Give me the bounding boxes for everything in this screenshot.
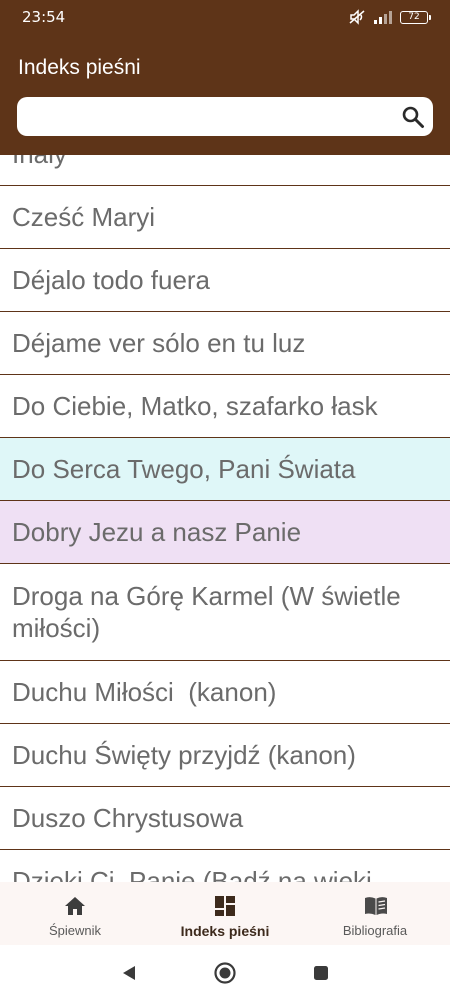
list-item-label: Déjame ver sólo en tu luz	[12, 328, 306, 358]
book-icon	[363, 894, 387, 918]
list-item-label: Déjalo todo fuera	[12, 265, 211, 295]
system-navigation	[0, 945, 450, 1000]
list-item[interactable]: Inaly	[0, 155, 450, 186]
home-button-icon[interactable]	[213, 961, 237, 985]
recents-icon[interactable]	[309, 961, 333, 985]
search-icon[interactable]	[401, 105, 425, 129]
list-item[interactable]: Déjame ver sólo en tu luz	[0, 312, 450, 375]
status-icons: 72	[348, 9, 431, 25]
nav-label: Bibliografia	[342, 923, 408, 938]
list-item[interactable]: Droga na Górę Karmel (W świetle miłości)	[0, 564, 450, 661]
nav-item-spiewnik[interactable]: Śpiewnik	[0, 882, 150, 945]
page-title: Indeks pieśni	[18, 56, 141, 79]
list-item[interactable]: Do Ciebie, Matko, szafarko łask	[0, 375, 450, 438]
list-item-label: Cześć Maryi	[12, 202, 156, 232]
search-input[interactable]	[29, 97, 399, 136]
list-item-label: Dobry Jezu a nasz Panie	[12, 517, 302, 547]
song-list[interactable]: Inaly Cześć Maryi Déjalo todo fuera Déja…	[0, 155, 450, 882]
back-icon[interactable]	[117, 961, 141, 985]
list-item[interactable]: Duchu Święty przyjdź (kanon)	[0, 724, 450, 787]
signal-icon	[373, 10, 393, 24]
list-item[interactable]: Dobry Jezu a nasz Panie	[0, 501, 450, 564]
dashboard-icon	[213, 894, 237, 918]
home-icon	[63, 894, 87, 918]
mute-icon	[348, 9, 366, 25]
app-bar: Indeks pieśni	[0, 34, 450, 155]
list-item-label: Duchu Miłości (kanon)	[12, 677, 277, 707]
list-item[interactable]: Do Serca Twego, Pani Świata	[0, 438, 450, 501]
nav-label: Indeks pieśni	[180, 923, 270, 939]
list-item-label: Do Ciebie, Matko, szafarko łask	[12, 391, 378, 421]
list-item-label: Duchu Święty przyjdź (kanon)	[12, 740, 356, 770]
status-bar: 23:54 72	[0, 0, 450, 34]
bottom-navigation: Śpiewnik Indeks pieśni Bibliografia	[0, 882, 450, 945]
list-item-label: Duszo Chrystusowa	[12, 803, 244, 833]
nav-item-indeks[interactable]: Indeks pieśni	[150, 882, 300, 945]
list-item[interactable]: Cześć Maryi	[0, 186, 450, 249]
battery-icon: 72	[400, 10, 431, 24]
list-item[interactable]: Duszo Chrystusowa	[0, 787, 450, 850]
list-item-label: Dzięki Ci, Panie (Bądź na wieki	[12, 866, 372, 882]
list-item-label: Inaly	[12, 155, 67, 170]
song-list-inner: Inaly Cześć Maryi Déjalo todo fuera Déja…	[0, 155, 450, 882]
status-time: 23:54	[22, 8, 66, 26]
list-item-label: Droga na Górę Karmel (W świetle miłości)	[12, 581, 401, 643]
nav-label: Śpiewnik	[48, 923, 102, 938]
nav-item-bibliografia[interactable]: Bibliografia	[300, 882, 450, 945]
list-item[interactable]: Déjalo todo fuera	[0, 249, 450, 312]
list-item-label: Do Serca Twego, Pani Świata	[12, 454, 356, 484]
list-item[interactable]: Dzięki Ci, Panie (Bądź na wieki	[0, 850, 450, 882]
list-item[interactable]: Duchu Miłości (kanon)	[0, 661, 450, 724]
search-box[interactable]	[17, 97, 433, 136]
